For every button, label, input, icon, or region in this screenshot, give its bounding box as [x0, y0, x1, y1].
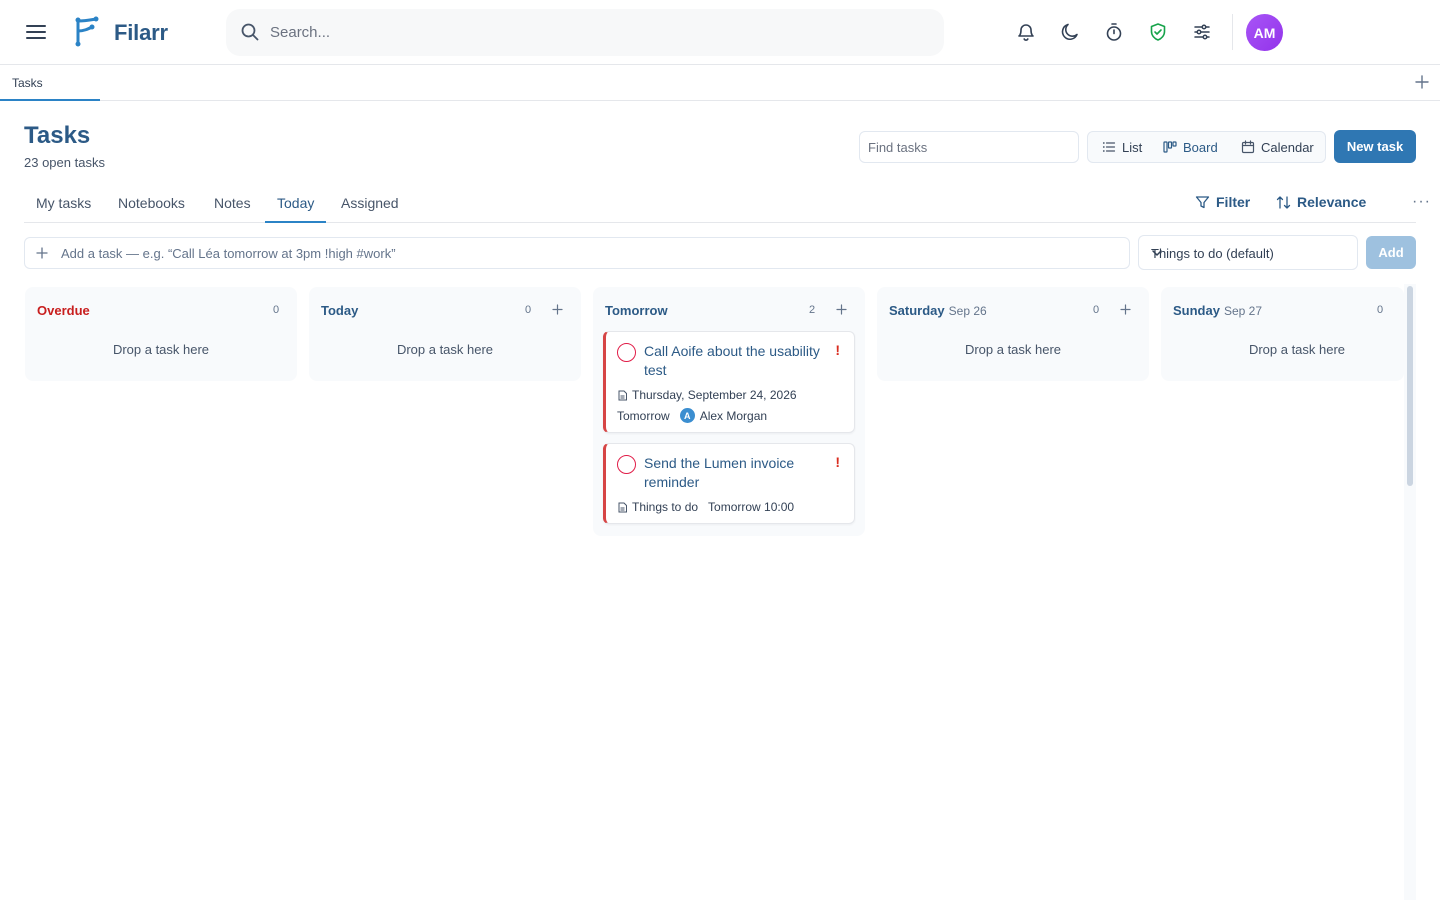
quick-add-input[interactable]: [61, 243, 1111, 263]
task-meta: Tomorrow A Alex Morgan: [617, 408, 842, 423]
column-title: Tomorrow: [605, 303, 668, 318]
column-tomorrow: Tomorrow 2 ! Call Aoife about the usabil…: [593, 287, 865, 536]
column-count: 0: [273, 304, 280, 316]
column-sunday: Sunday Sep 27 0 Drop a task here: [1161, 287, 1404, 381]
task-due: Thursday, September 24, 2026: [617, 388, 842, 402]
document-tabs: Tasks: [0, 65, 1440, 101]
note-icon: [618, 390, 627, 400]
column-count: 0: [1093, 304, 1100, 316]
drop-zone[interactable]: Drop a task here: [877, 333, 1149, 381]
view-calendar-button[interactable]: Calendar: [1235, 135, 1320, 159]
sliders-icon[interactable]: [1191, 21, 1213, 43]
search-icon: [240, 22, 260, 42]
task-meta: Things to do Tomorrow 10:00: [617, 500, 842, 514]
column-count: 0: [1377, 304, 1384, 316]
calendar-icon: [1241, 140, 1255, 154]
sort-button[interactable]: Relevance: [1276, 194, 1366, 210]
tab-label: Tasks: [12, 76, 43, 90]
add-task-icon[interactable]: [1120, 304, 1131, 315]
column-title: Saturday Sep 26: [889, 303, 987, 318]
open-task-count: 23 open tasks: [24, 155, 105, 170]
column-saturday: Saturday Sep 26 0 Drop a task here: [877, 287, 1149, 381]
view-calendar-label: Calendar: [1261, 139, 1314, 155]
bell-icon[interactable]: [1015, 21, 1037, 43]
scroll-thumb[interactable]: [1407, 286, 1413, 486]
drop-zone[interactable]: Drop a task here: [1161, 333, 1404, 381]
list-select[interactable]: Things to do (default): [1138, 235, 1358, 270]
subtab-notes[interactable]: Notes: [202, 184, 263, 223]
assignee-avatar: A: [679, 408, 695, 423]
task-list: Things to do: [617, 500, 698, 514]
view-switcher: List Board Calendar: [1087, 131, 1326, 163]
menu-icon[interactable]: [24, 20, 48, 44]
board-scrollbar[interactable]: [1404, 284, 1416, 900]
task-when: Tomorrow 10:00: [708, 500, 795, 514]
list-select-value: Things to do (default): [1151, 246, 1274, 261]
column-title: Overdue: [37, 303, 90, 318]
task-title: Call Aoife about the usability test: [644, 343, 820, 378]
column-overdue: Overdue 0 Drop a task here: [25, 287, 297, 381]
sort-label: Relevance: [1297, 194, 1367, 210]
chevron-down-icon: [1151, 247, 1163, 259]
assignee-name: Alex Morgan: [699, 408, 768, 423]
assignee: A Alex Morgan: [679, 408, 768, 423]
user-avatar[interactable]: AM: [1246, 14, 1283, 51]
plus-icon: [35, 246, 49, 260]
add-task-button[interactable]: Add: [1366, 236, 1416, 269]
subtab-today[interactable]: Today: [265, 184, 327, 223]
column-count: 0: [525, 304, 532, 316]
priority-flag: !: [835, 342, 840, 358]
quick-add-bar: [24, 237, 1130, 269]
complete-checkbox[interactable]: [617, 343, 636, 362]
filter-icon: [1195, 195, 1210, 208]
divider: [1232, 14, 1233, 50]
list-name: Things to do: [632, 500, 699, 514]
subtab-my-tasks[interactable]: My tasks: [24, 184, 103, 223]
top-bar: Filarr AM: [0, 0, 1440, 65]
complete-checkbox[interactable]: [617, 455, 636, 474]
subtab-assigned[interactable]: Assigned: [329, 184, 411, 223]
moon-icon[interactable]: [1059, 21, 1081, 43]
view-list-label: List: [1122, 139, 1143, 155]
column-count: 2: [809, 304, 816, 316]
more-options-button[interactable]: ···: [1412, 193, 1431, 211]
brand-name: Filarr: [114, 20, 168, 45]
task-when: Tomorrow: [617, 408, 670, 423]
column-title: Today: [321, 303, 359, 318]
column-today: Today 0 Drop a task here: [309, 287, 581, 381]
new-task-button[interactable]: New task: [1334, 130, 1416, 163]
global-search: [226, 9, 944, 56]
priority-flag: !: [835, 454, 840, 470]
subtab-notebooks[interactable]: Notebooks: [106, 184, 197, 223]
add-task-icon[interactable]: [552, 304, 563, 315]
view-list-button[interactable]: List: [1096, 135, 1148, 159]
view-board-label: Board: [1183, 139, 1218, 155]
shield-check-icon[interactable]: [1147, 21, 1169, 43]
search-input[interactable]: [270, 19, 910, 45]
task-card[interactable]: ! Call Aoife about the usability test Th…: [603, 331, 855, 433]
filarr-logo-icon: [72, 16, 100, 48]
timer-icon[interactable]: [1103, 21, 1125, 43]
list-icon: [1102, 142, 1116, 152]
due-date: Thursday, September 24, 2026: [632, 388, 797, 402]
column-title: Sunday Sep 27: [1173, 303, 1263, 318]
board-icon: [1163, 141, 1177, 153]
add-task-icon[interactable]: [836, 304, 847, 315]
add-tab-icon[interactable]: [1414, 74, 1430, 90]
drop-zone[interactable]: Drop a task here: [309, 333, 581, 381]
tab-tasks[interactable]: Tasks: [0, 65, 100, 101]
page-title: Tasks: [24, 122, 91, 149]
sort-icon: [1276, 195, 1291, 209]
filter-button[interactable]: Filter: [1195, 194, 1250, 210]
task-title: Send the Lumen invoice reminder: [644, 455, 795, 490]
drop-zone[interactable]: Drop a task here: [25, 333, 297, 381]
task-card[interactable]: ! Send the Lumen invoice reminder Things…: [603, 443, 855, 524]
filter-label: Filter: [1216, 194, 1251, 210]
note-icon: [618, 502, 627, 512]
view-board-button[interactable]: Board: [1157, 135, 1224, 159]
find-tasks-input[interactable]: [859, 131, 1079, 163]
task-subtabs: My tasks Notebooks Notes Today Assigned …: [24, 184, 1430, 223]
